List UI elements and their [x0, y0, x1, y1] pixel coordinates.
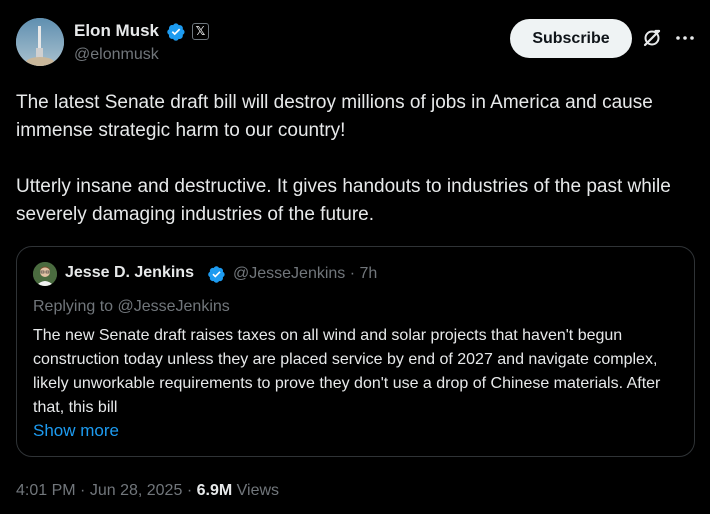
verified-badge-icon	[207, 265, 226, 284]
tweet-paragraph: Utterly insane and destructive. It gives…	[16, 176, 671, 225]
quote-author-handle[interactable]: @JesseJenkins	[233, 265, 345, 282]
more-dots-icon[interactable]	[674, 29, 696, 47]
quote-author-name[interactable]: Jesse D. Jenkins	[65, 264, 194, 282]
meta-separator: ·	[80, 482, 86, 499]
author-handle[interactable]: @elonmusk	[74, 46, 159, 64]
quoted-tweet-card[interactable]: Jesse D. Jenkins @JesseJenkins · 7h Repl…	[16, 246, 695, 457]
author-name[interactable]: Elon Musk	[74, 21, 159, 41]
quote-timestamp[interactable]: 7h	[360, 265, 378, 282]
quote-replying-to: Replying to @JesseJenkins	[33, 298, 230, 315]
verified-badge-icon[interactable]	[166, 22, 186, 42]
grok-icon[interactable]	[642, 28, 662, 48]
tweet-date[interactable]: Jun 28, 2025	[90, 482, 183, 499]
views-count: 6.9M	[196, 482, 233, 499]
subscribe-button[interactable]: Subscribe	[510, 19, 632, 58]
tweet: Elon Musk 𝕏 @elonmusk Subscribe The late…	[0, 0, 710, 514]
tweet-paragraph: The latest Senate draft bill will destro…	[16, 92, 653, 141]
x-logo-icon: 𝕏	[192, 23, 209, 40]
show-more-link[interactable]: Show more	[33, 421, 119, 441]
quote-author-avatar[interactable]	[33, 262, 57, 286]
views-label: Views	[236, 482, 280, 499]
meta-separator: ·	[349, 265, 356, 282]
meta-separator: ·	[186, 482, 193, 499]
tweet-footer: 4:01 PM · Jun 28, 2025 · 6.9M Views	[16, 482, 279, 500]
quote-meta: @JesseJenkins · 7h	[233, 265, 377, 283]
author-avatar[interactable]	[16, 18, 64, 66]
tweet-time[interactable]: 4:01 PM	[16, 482, 76, 499]
tweet-text: The latest Senate draft bill will destro…	[16, 89, 696, 229]
quote-text: The new Senate draft raises taxes on all…	[33, 327, 661, 416]
